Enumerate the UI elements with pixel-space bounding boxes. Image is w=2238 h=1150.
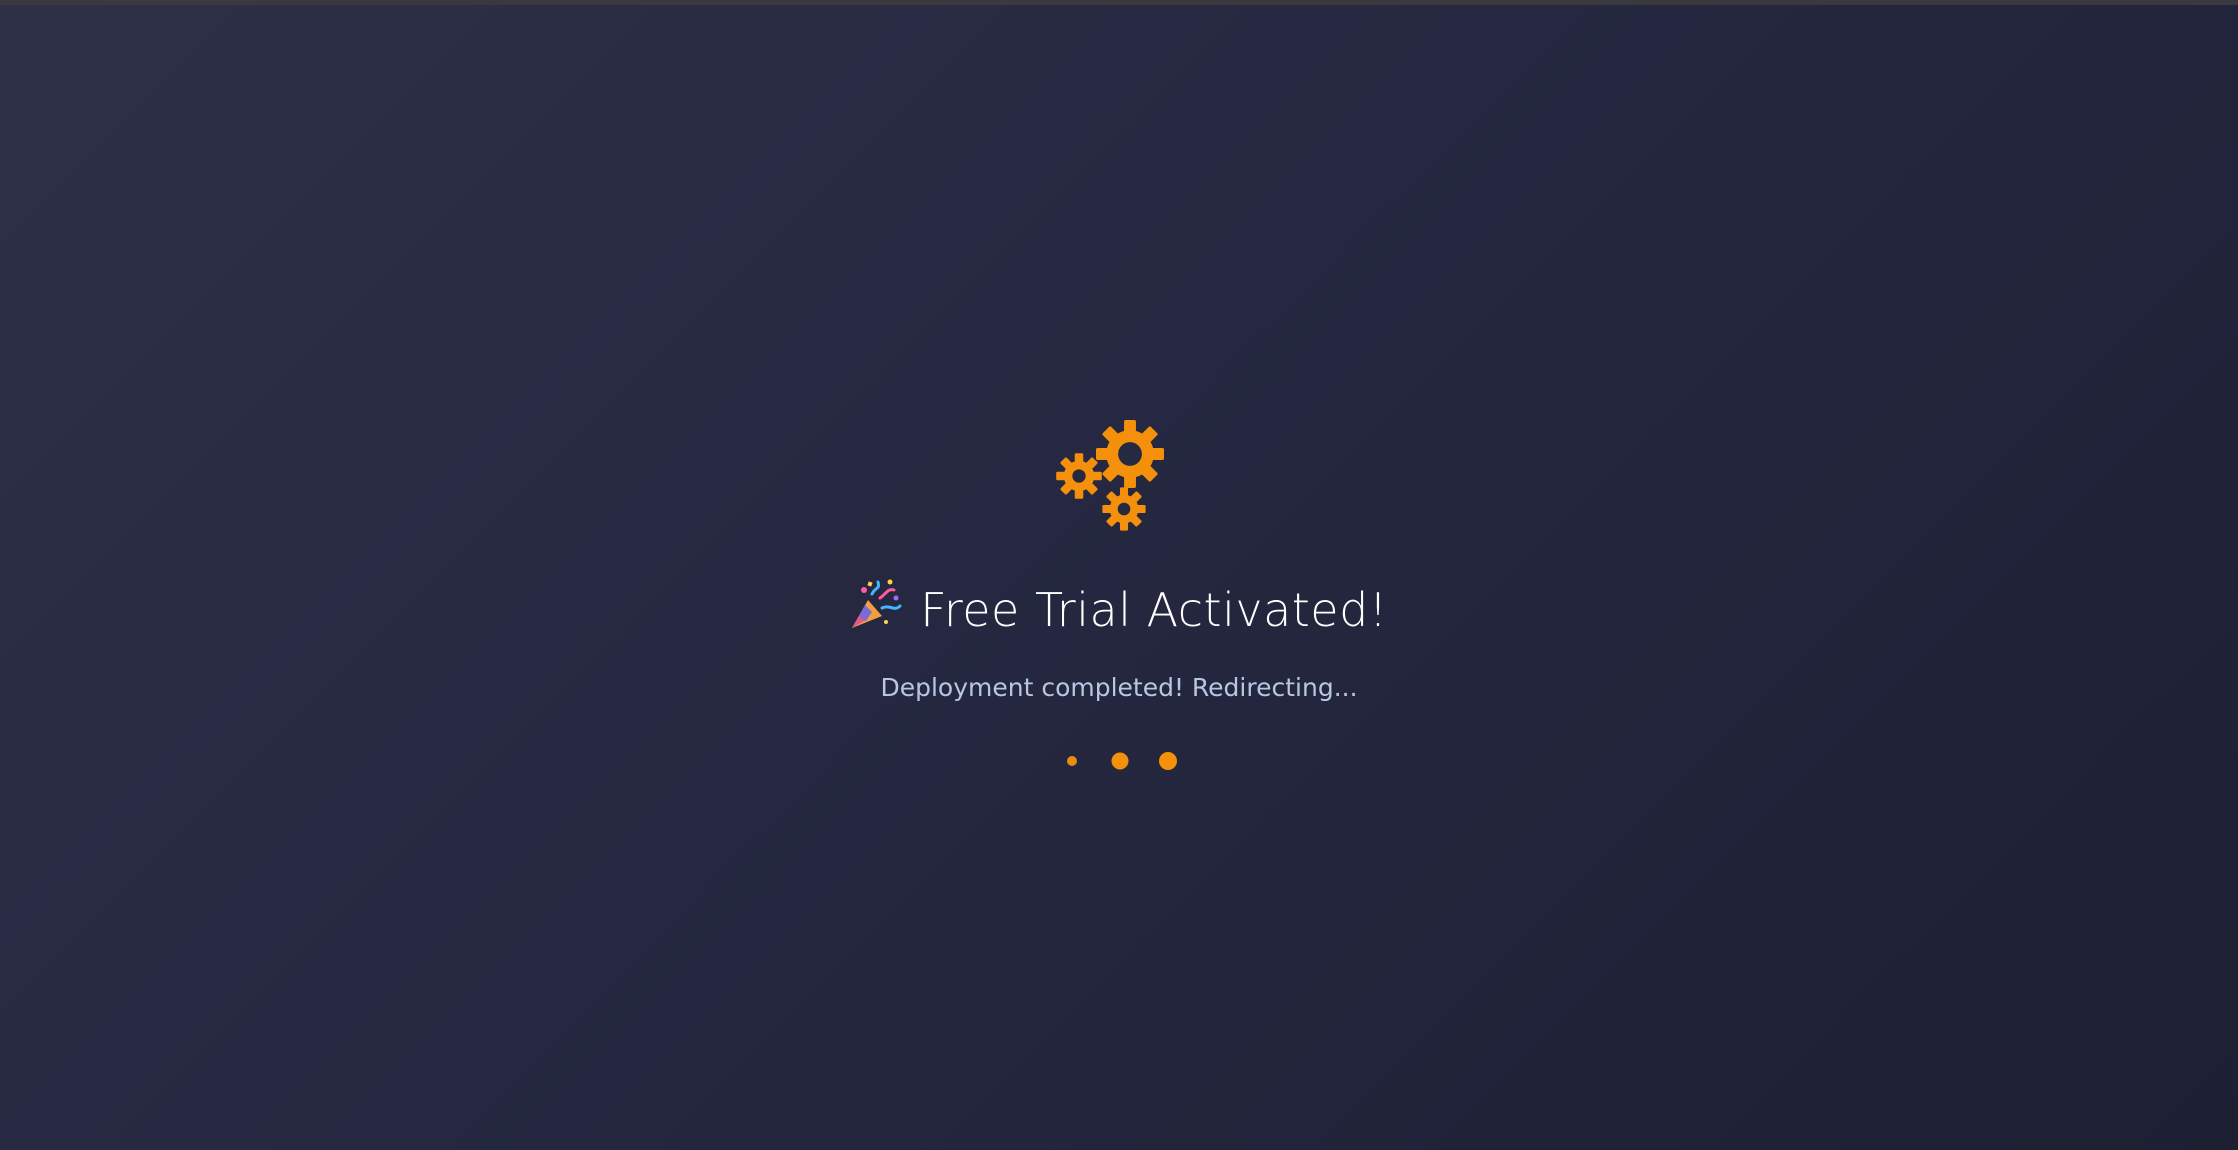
deployment-status-screen: Free Trial Activated! Deployment complet… (0, 0, 2238, 1150)
loading-dot (1159, 752, 1177, 770)
gears-icon (1056, 420, 1164, 531)
status-message: Deployment completed! Redirecting... (880, 673, 1358, 702)
page-title: Free Trial Activated! (920, 583, 1388, 637)
loading-dot (1111, 752, 1129, 770)
party-popper-icon (852, 579, 902, 628)
loading-dot (1067, 756, 1077, 766)
page-title-row: Free Trial Activated! (0, 575, 2238, 645)
loading-dots (1067, 752, 1177, 770)
